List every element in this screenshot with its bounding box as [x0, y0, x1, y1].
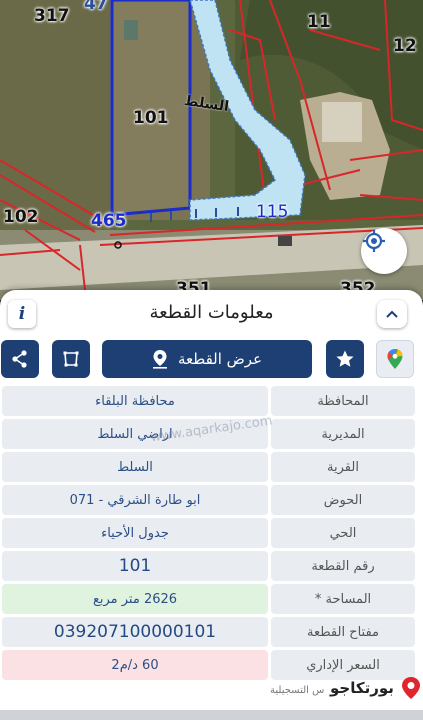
parcel-number-12: 12: [393, 36, 417, 56]
show-parcel-label: عرض القطعة: [177, 350, 263, 368]
map-pin-icon: [152, 350, 167, 369]
parcel-key-value: 039207100000101: [2, 617, 268, 647]
parcel-number-102: 102: [3, 207, 39, 227]
basin-value: ابو طارة الشرقي - 071: [2, 485, 268, 515]
google-maps-button[interactable]: [376, 340, 414, 378]
footer-note: س التسجيلية: [270, 685, 325, 696]
parcel-number-317: 317: [34, 6, 70, 26]
table-row: ابو طارة الشرقي - 071 الحوض: [0, 485, 423, 515]
district-label: الحي: [271, 518, 415, 548]
parcel-number-label: رقم القطعة: [271, 551, 415, 581]
google-maps-icon: [387, 349, 403, 369]
info-icon: i: [18, 304, 26, 324]
bottom-edge: [0, 710, 423, 720]
locate-me-button[interactable]: [361, 228, 407, 274]
action-toolbar: عرض القطعة: [0, 340, 423, 380]
area-label: المساحة *: [271, 584, 415, 614]
parcel-number-101: 101: [133, 108, 169, 128]
table-row: 039207100000101 مفتاح القطعة: [0, 617, 423, 647]
crosshair-icon: [363, 230, 385, 252]
brand-name: بورتكاجو: [330, 679, 394, 697]
app-root: 317 47 11 12 101 102 465 115 351 352 الس…: [0, 0, 423, 720]
governorate-value: محافظة البلقاء: [2, 386, 268, 416]
table-row: السلط القرية: [0, 452, 423, 482]
collapse-button[interactable]: [377, 300, 407, 328]
polygon-icon: [63, 351, 79, 367]
village-label: القرية: [271, 452, 415, 482]
parcel-number-465: 465: [91, 211, 127, 231]
governorate-label: المحافظة: [271, 386, 415, 416]
area-value: 2626 متر مربع: [2, 584, 268, 614]
parcel-number-47: 47: [84, 0, 108, 14]
brand-pin-icon: [401, 677, 420, 699]
parcel-info-panel: i معلومات القطعة عرض القطعة محافظة البلق…: [0, 290, 423, 720]
table-row: محافظة البلقاء المحافظة: [0, 386, 423, 416]
basin-label: الحوض: [271, 485, 415, 515]
polygon-measure-button[interactable]: [52, 340, 90, 378]
table-row: جدول الأحياء الحي: [0, 518, 423, 548]
share-icon: [12, 350, 27, 368]
info-button[interactable]: i: [8, 300, 36, 328]
parcel-key-label: مفتاح القطعة: [271, 617, 415, 647]
parcel-number-11: 11: [307, 12, 331, 32]
table-row: 2626 متر مربع المساحة *: [0, 584, 423, 614]
parcel-number-115: 115: [256, 202, 289, 222]
brand-logo: بورتكاجو: [330, 676, 423, 700]
chevron-up-icon: [386, 310, 398, 318]
favorite-button[interactable]: [326, 340, 364, 378]
district-value: جدول الأحياء: [2, 518, 268, 548]
panel-header: i معلومات القطعة: [0, 290, 423, 336]
directorate-label: المديرية: [271, 419, 415, 449]
panel-title: معلومات القطعة: [149, 302, 274, 323]
share-button[interactable]: [1, 340, 39, 378]
map-view[interactable]: 317 47 11 12 101 102 465 115 351 352 الس…: [0, 0, 423, 300]
show-parcel-button[interactable]: عرض القطعة: [102, 340, 312, 378]
admin-price-value: 60 د/م2: [2, 650, 268, 680]
parcel-number-value: 101: [2, 551, 268, 581]
star-icon: [336, 350, 354, 367]
satellite-map: [0, 0, 423, 300]
table-row: 101 رقم القطعة: [0, 551, 423, 581]
village-value: السلط: [2, 452, 268, 482]
